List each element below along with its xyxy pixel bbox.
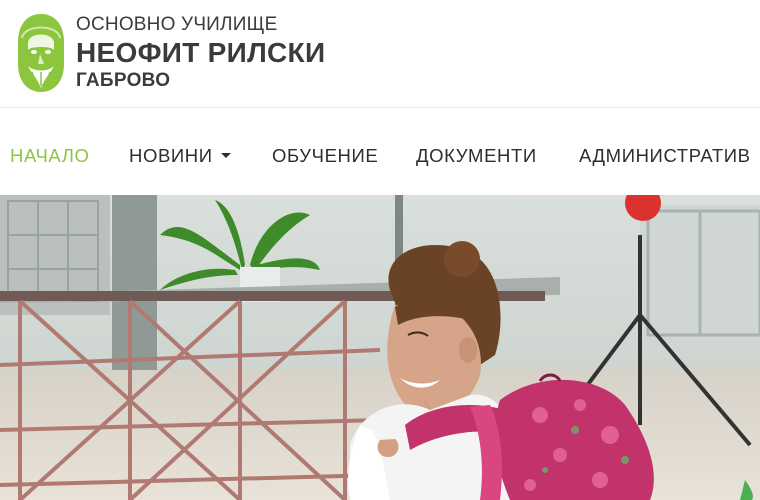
nav-item-news-label: НОВИНИ [129, 145, 213, 166]
logo-line-3: ГАБРОВО [76, 70, 171, 91]
nav-item-home[interactable]: НАЧАЛО [10, 145, 89, 167]
nav-item-education[interactable]: ОБУЧЕНИЕ [272, 145, 378, 167]
logo-line-2: НЕОФИТ РИЛСКИ [76, 37, 326, 68]
school-name: ОСНОВНО УЧИЛИЩЕ НЕОФИТ РИЛСКИ ГАБРОВО [76, 14, 325, 92]
main-navigation: НАЧАЛО НОВИНИ ОБУЧЕНИЕ ДОКУМЕНТИ АДМИНИС… [0, 108, 760, 194]
monk-portrait-logo-icon [18, 14, 64, 92]
school-logo[interactable]: ОСНОВНО УЧИЛИЩЕ НЕОФИТ РИЛСКИ ГАБРОВО [14, 12, 325, 94]
hero-banner [0, 195, 760, 500]
nav-item-news[interactable]: НОВИНИ [129, 145, 231, 167]
hero-photo [0, 195, 760, 500]
logo-line-1: ОСНОВНО УЧИЛИЩЕ [76, 14, 278, 35]
chevron-down-icon [220, 152, 231, 158]
nav-item-administrative[interactable]: АДМИНИСТРАТИВ [579, 145, 751, 167]
nav-item-documents[interactable]: ДОКУМЕНТИ [416, 145, 537, 167]
site-header: ОСНОВНО УЧИЛИЩЕ НЕОФИТ РИЛСКИ ГАБРОВО [0, 0, 760, 107]
